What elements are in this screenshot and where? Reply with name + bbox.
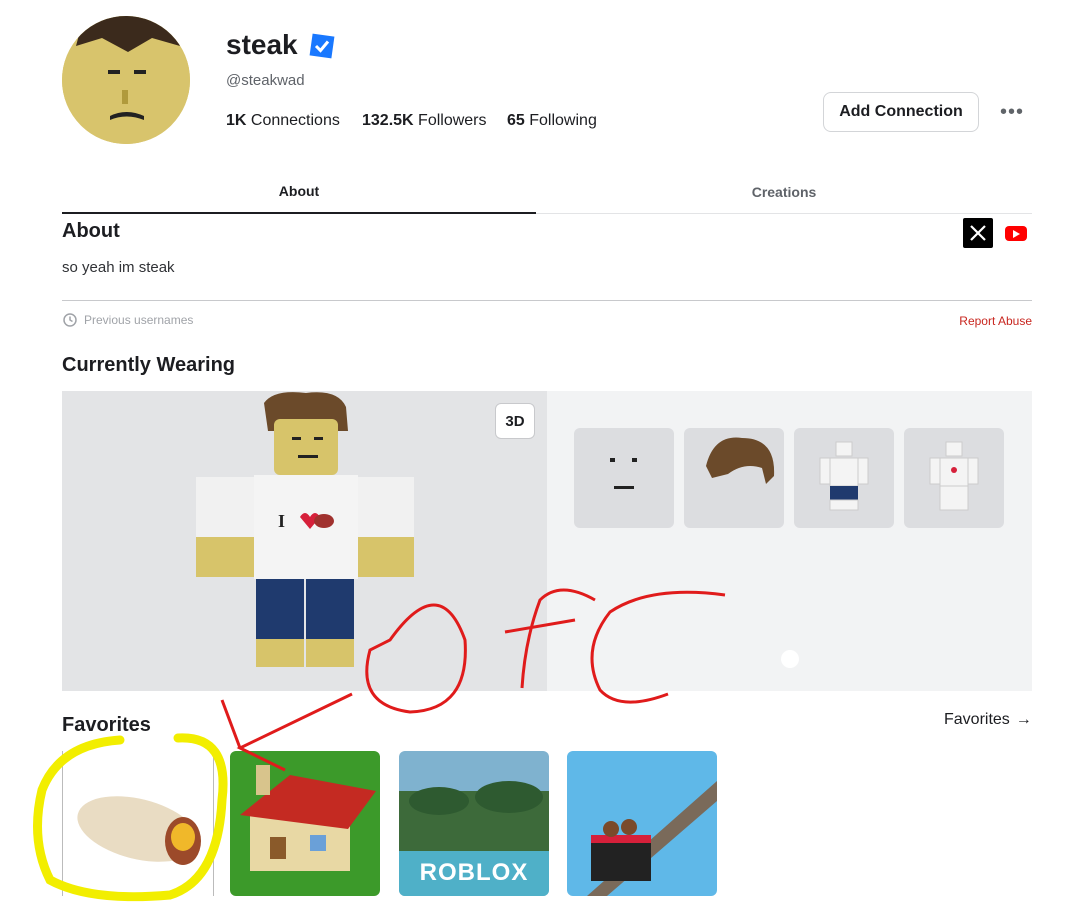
tab-about[interactable]: About [62, 170, 536, 214]
shirt-text: I [278, 511, 285, 531]
outfit-item[interactable] [794, 428, 894, 528]
tab-creations[interactable]: Creations [536, 170, 1032, 214]
arrow-right-icon: → [1015, 711, 1032, 728]
currently-wearing-heading: Currently Wearing [62, 354, 235, 376]
display-name: steak [226, 29, 298, 60]
roblox-logo-text: ROBLOX [419, 859, 529, 886]
followers-count: 132.5K [362, 112, 414, 129]
previous-usernames-label: Previous usernames [84, 313, 194, 327]
carousel-dot[interactable] [781, 650, 799, 668]
report-abuse-link[interactable]: Report Abuse [940, 314, 1032, 328]
hair-item[interactable] [684, 428, 784, 528]
followers-stat[interactable]: 132.5K Followers [362, 112, 487, 130]
following-stat[interactable]: 65 Following [507, 112, 597, 130]
favorite-roblox-landscape[interactable]: ROBLOX [399, 751, 549, 896]
face-item[interactable] [574, 428, 674, 528]
username: @steakwad [226, 72, 305, 89]
favorites-see-all-link[interactable]: Favorites → [944, 711, 1032, 729]
bio-text: so yeah im steak [62, 259, 175, 276]
favorite-cart-ride[interactable] [567, 751, 717, 896]
youtube-social-icon[interactable] [1005, 226, 1027, 241]
connections-stat[interactable]: 1K Connections [226, 112, 340, 130]
divider [62, 300, 1032, 301]
favorites-link-label: Favorites [944, 711, 1010, 728]
x-social-icon[interactable] [963, 218, 993, 248]
about-heading: About [62, 220, 120, 242]
avatar[interactable] [62, 16, 190, 144]
following-label: Following [529, 112, 597, 129]
avatar-3d-view[interactable]: I [62, 391, 547, 691]
followers-label: Followers [418, 112, 487, 129]
view-3d-button[interactable]: 3D [495, 403, 535, 439]
following-count: 65 [507, 112, 525, 129]
favorites-heading: Favorites [62, 714, 151, 736]
favorite-house[interactable] [230, 751, 380, 896]
more-options-icon[interactable]: ••• [998, 98, 1026, 126]
previous-usernames-link[interactable]: Previous usernames [62, 312, 193, 328]
history-icon [63, 313, 77, 327]
verified-badge-icon [308, 32, 336, 60]
favorite-burrito[interactable] [62, 751, 214, 896]
add-connection-button[interactable]: Add Connection [823, 92, 979, 132]
connections-label: Connections [250, 112, 340, 129]
connections-count: 1K [226, 112, 247, 129]
shirt-item[interactable] [904, 428, 1004, 528]
